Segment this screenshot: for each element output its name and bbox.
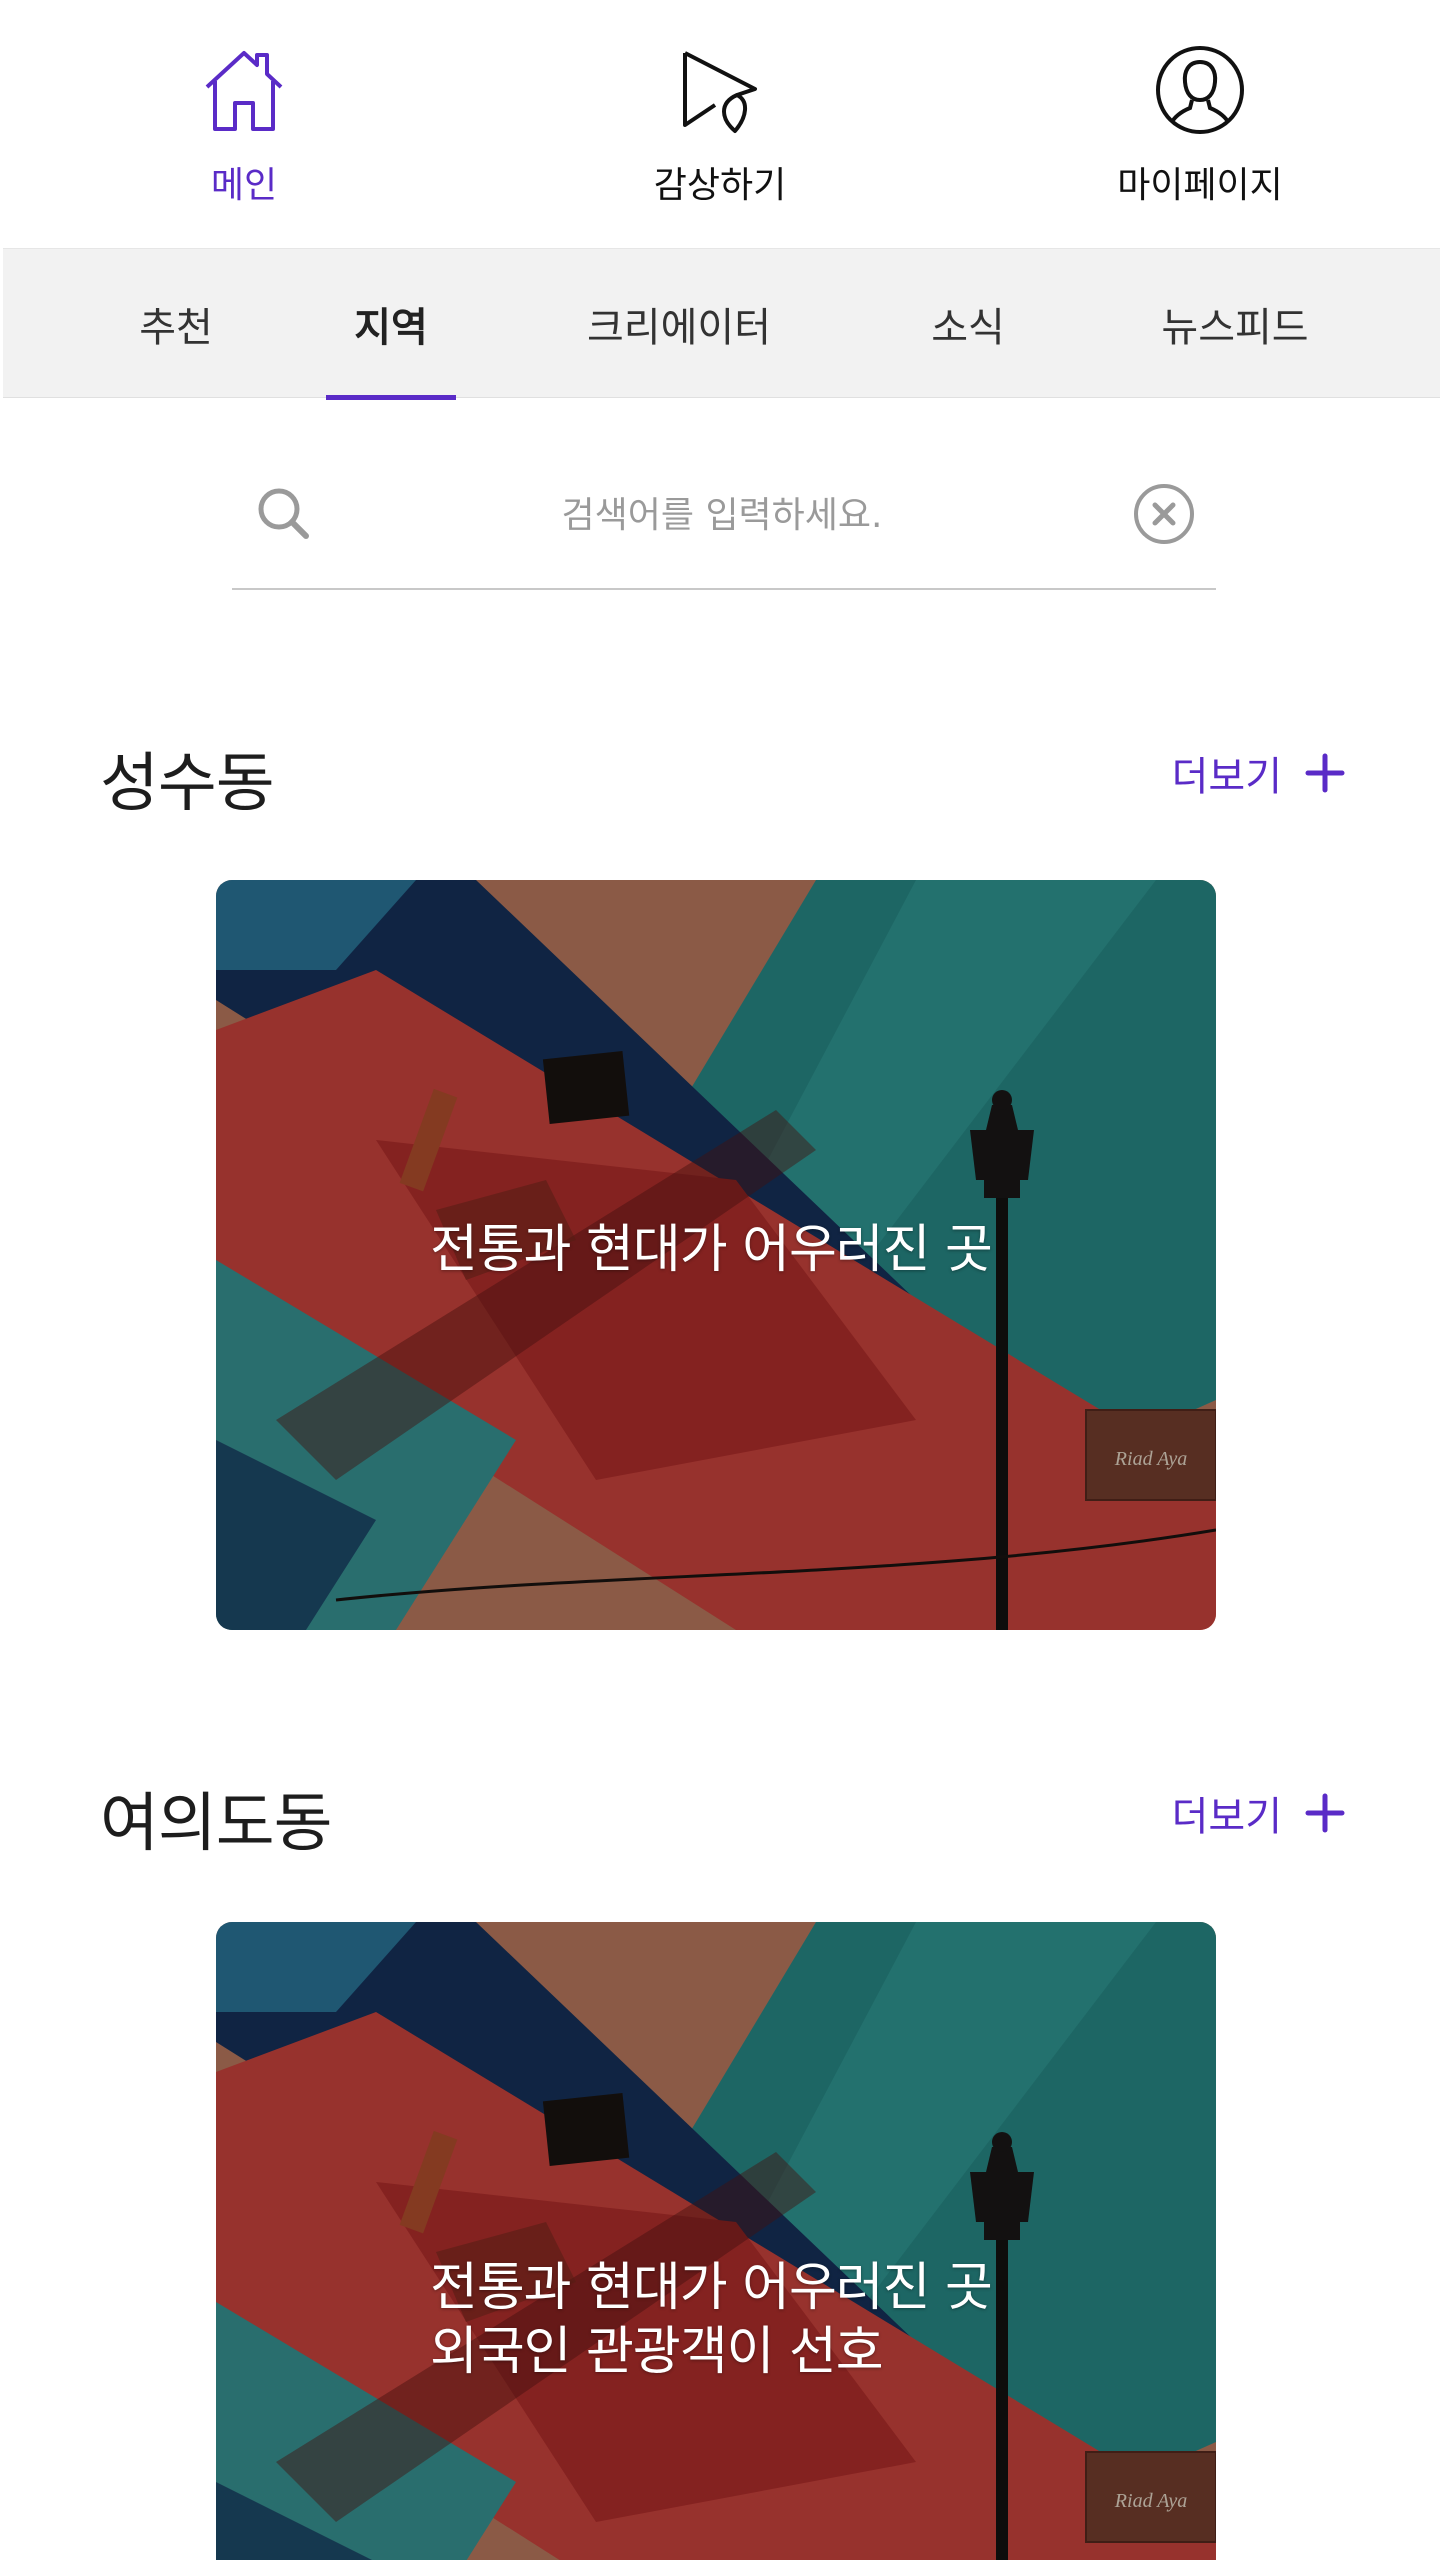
- tab-recommend-label: 추천: [139, 305, 213, 351]
- clear-circle-icon[interactable]: [1130, 480, 1198, 548]
- tab-region[interactable]: 지역: [326, 249, 456, 400]
- tab-creator[interactable]: 크리에이터: [559, 249, 799, 399]
- plus-icon: [1305, 753, 1345, 793]
- search-bar: [232, 460, 1216, 590]
- card-overlay: [216, 1922, 1216, 2560]
- card-caption: 전통과 현대가 어우러진 곳 외국인 관광객이 선호: [430, 2256, 993, 2384]
- search-icon[interactable]: [252, 482, 316, 546]
- tab-recommend[interactable]: 추천: [111, 249, 241, 399]
- tab-news-label: 소식: [931, 305, 1005, 351]
- region-section-yeouido: 여의도동 더보기 전통과 현대가 어우러진 곳 외국인 관광객이 선호: [0, 1772, 1440, 2560]
- section-title: 여의도동: [100, 1787, 333, 1861]
- nav-watch-label: 감상하기: [653, 165, 787, 206]
- more-label: 더보기: [1171, 754, 1282, 800]
- category-tab-bar: 추천 지역 크리에이터 소식 뉴스피드: [3, 248, 1440, 400]
- card-caption-line: 외국인 관광객이 선호: [430, 2322, 884, 2382]
- home-icon: [194, 40, 294, 140]
- section-title: 성수동: [100, 747, 275, 821]
- top-navigation: 메인 감상하기 마이페이지: [0, 0, 1440, 248]
- tab-newsfeed[interactable]: 뉴스피드: [1130, 249, 1340, 399]
- region-section-seongsu: 성수동 더보기 전통과 현대가 어우러진 곳: [0, 732, 1440, 1632]
- play-pin-icon: [670, 40, 770, 140]
- card-caption: 전통과 현대가 어우러진 곳: [430, 1218, 993, 1282]
- more-label: 더보기: [1171, 1794, 1282, 1840]
- more-button[interactable]: 더보기: [1172, 744, 1346, 802]
- search-input[interactable]: [352, 480, 1092, 550]
- tab-region-label: 지역: [354, 305, 428, 351]
- nav-watch[interactable]: 감상하기: [600, 40, 840, 220]
- nav-mypage-label: 마이페이지: [1117, 165, 1283, 206]
- region-card[interactable]: 전통과 현대가 어우러진 곳: [216, 880, 1216, 1630]
- nav-main[interactable]: 메인: [124, 40, 364, 220]
- more-button[interactable]: 더보기: [1172, 1784, 1346, 1842]
- card-caption-line: 전통과 현대가 어우러진 곳: [430, 1220, 993, 1280]
- user-icon: [1150, 40, 1250, 140]
- tab-creator-label: 크리에이터: [587, 305, 771, 351]
- nav-mypage[interactable]: 마이페이지: [1080, 40, 1320, 220]
- tab-newsfeed-label: 뉴스피드: [1161, 305, 1309, 351]
- region-card[interactable]: 전통과 현대가 어우러진 곳 외국인 관광객이 선호: [216, 1922, 1216, 2560]
- active-tab-indicator: [326, 395, 456, 400]
- nav-main-label: 메인: [210, 165, 278, 206]
- tab-news[interactable]: 소식: [903, 249, 1033, 399]
- card-caption-line: 전통과 현대가 어우러진 곳: [430, 2258, 993, 2318]
- plus-icon: [1305, 1793, 1345, 1833]
